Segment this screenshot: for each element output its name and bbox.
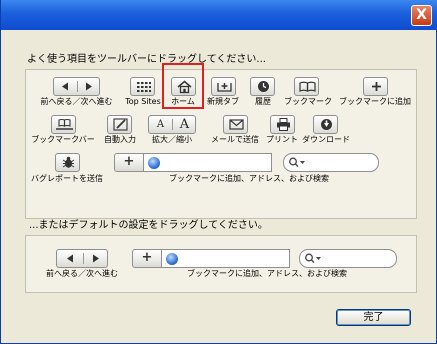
plus-icon <box>372 82 381 91</box>
done-button[interactable]: 完了 <box>336 309 411 326</box>
close-button[interactable]: X <box>411 5 432 26</box>
zoom-button[interactable]: A A <box>148 115 196 134</box>
clock-icon <box>258 81 269 92</box>
mail-label: メールで送信 <box>211 135 259 144</box>
magnifier-dropdown-icon <box>305 253 321 263</box>
bookmarks-label: ブックマーク <box>284 97 332 106</box>
back-forward-button[interactable] <box>53 77 100 96</box>
address-search-label: ブックマークに追加、アドレス、および検索 <box>169 174 329 183</box>
instruction-top: よく使う項目をツールバーにドラッグしてください... <box>27 54 266 65</box>
top-sites-button[interactable] <box>130 77 155 96</box>
plus-icon: + <box>141 250 153 265</box>
dialog-body: よく使う項目をツールバーにドラッグしてください... 前へ戻る／次へ進む Top… <box>4 30 435 341</box>
home-button[interactable] <box>171 77 196 96</box>
bug-report-label: バグレポートを送信 <box>31 174 103 183</box>
default-address-field[interactable] <box>161 249 290 268</box>
envelope-icon <box>229 119 244 130</box>
add-bookmark-button[interactable] <box>363 77 388 96</box>
instruction-bottom: ...またはデフォルトの設定をドラッグしてください。 <box>29 220 268 231</box>
default-back-forward-label: 前へ戻る／次へ進む <box>46 269 118 278</box>
new-tab-label: 新規タブ <box>207 97 239 106</box>
default-back-forward-button[interactable] <box>56 249 108 268</box>
globe-icon <box>148 157 160 169</box>
top-sites-label: Top Sites <box>125 97 161 106</box>
pencil-icon <box>113 118 128 131</box>
history-label: 履歴 <box>255 97 271 106</box>
bookmarks-bar-label: ブックマークバー <box>31 135 95 144</box>
add-bookmark-plus-button[interactable]: + <box>114 153 144 172</box>
grid-icon <box>137 82 151 92</box>
forward-arrow-icon[interactable] <box>84 250 108 267</box>
default-search-field[interactable] <box>299 249 397 268</box>
search-field[interactable] <box>283 153 379 172</box>
add-bookmark-label: ブックマークに追加 <box>339 97 411 106</box>
print-button[interactable] <box>270 115 295 134</box>
printer-icon <box>277 118 290 131</box>
address-field[interactable] <box>143 153 272 172</box>
magnifier-dropdown-icon <box>289 157 305 167</box>
home-label: ホーム <box>171 97 195 106</box>
title-bar[interactable] <box>1 0 437 30</box>
download-button[interactable] <box>313 115 338 134</box>
default-add-bookmark-plus-button[interactable]: + <box>132 249 162 268</box>
book-icon <box>299 81 316 92</box>
zoom-in-text[interactable]: A <box>173 116 196 133</box>
new-tab-icon <box>217 83 232 92</box>
plus-icon: + <box>123 154 135 169</box>
mail-button[interactable] <box>223 115 248 134</box>
back-arrow-icon[interactable] <box>57 250 83 267</box>
home-icon <box>177 80 192 94</box>
autofill-button[interactable] <box>107 115 132 134</box>
new-tab-button[interactable] <box>211 77 236 96</box>
back-forward-label: 前へ戻る／次へ進む <box>40 97 113 106</box>
back-arrow-icon[interactable] <box>54 78 77 95</box>
default-address-search-label: ブックマークに追加、アドレス、および検索 <box>187 269 347 278</box>
autofill-label: 自動入力 <box>104 135 136 144</box>
forward-arrow-icon[interactable] <box>78 78 100 95</box>
bookmarks-button[interactable] <box>294 77 319 96</box>
zoom-out-text[interactable]: A <box>149 116 172 133</box>
bug-report-button[interactable] <box>55 153 80 172</box>
history-button[interactable] <box>250 77 275 96</box>
customize-toolbar-dialog: X よく使う項目をツールバーにドラッグしてください... 前へ戻る／次へ進む T… <box>0 0 437 344</box>
download-icon <box>321 119 332 130</box>
bug-icon <box>62 156 75 168</box>
download-label: ダウンロード <box>302 135 350 144</box>
bookmarks-bar-button[interactable] <box>51 115 76 134</box>
zoom-label: 拡大／縮小 <box>152 135 192 144</box>
globe-icon <box>166 253 178 265</box>
bookmarks-bar-icon <box>56 118 73 130</box>
